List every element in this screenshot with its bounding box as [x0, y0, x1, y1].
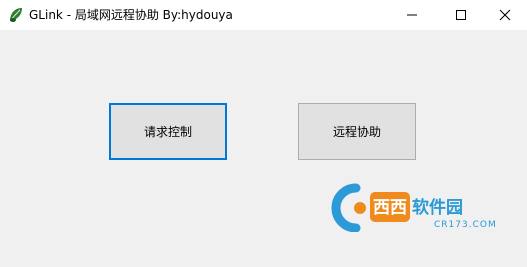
minimize-button[interactable]	[389, 0, 435, 30]
svg-text:软件园: 软件园	[412, 197, 463, 218]
close-icon	[499, 6, 511, 25]
leaf-icon	[7, 6, 25, 24]
app-window: GLink - 局域网远程协助 By:hydouya 请求控制 远程协助 西西 …	[0, 0, 527, 267]
svg-text:CR173.COM: CR173.COM	[434, 220, 497, 230]
close-button[interactable]	[482, 0, 527, 30]
window-title: GLink - 局域网远程协助 By:hydouya	[29, 8, 233, 22]
remote-assist-button[interactable]: 远程协助	[298, 103, 416, 160]
title-bar[interactable]: GLink - 局域网远程协助 By:hydouya	[0, 0, 527, 30]
watermark-logo: 西西 软件园 CR173.COM	[330, 180, 522, 233]
maximize-icon	[455, 6, 467, 25]
request-control-button[interactable]: 请求控制	[109, 103, 227, 160]
remote-assist-label: 远程协助	[332, 125, 381, 139]
minimize-icon	[406, 6, 418, 25]
svg-text:西西: 西西	[373, 198, 407, 218]
maximize-button[interactable]	[438, 0, 484, 30]
request-control-label: 请求控制	[143, 125, 192, 139]
